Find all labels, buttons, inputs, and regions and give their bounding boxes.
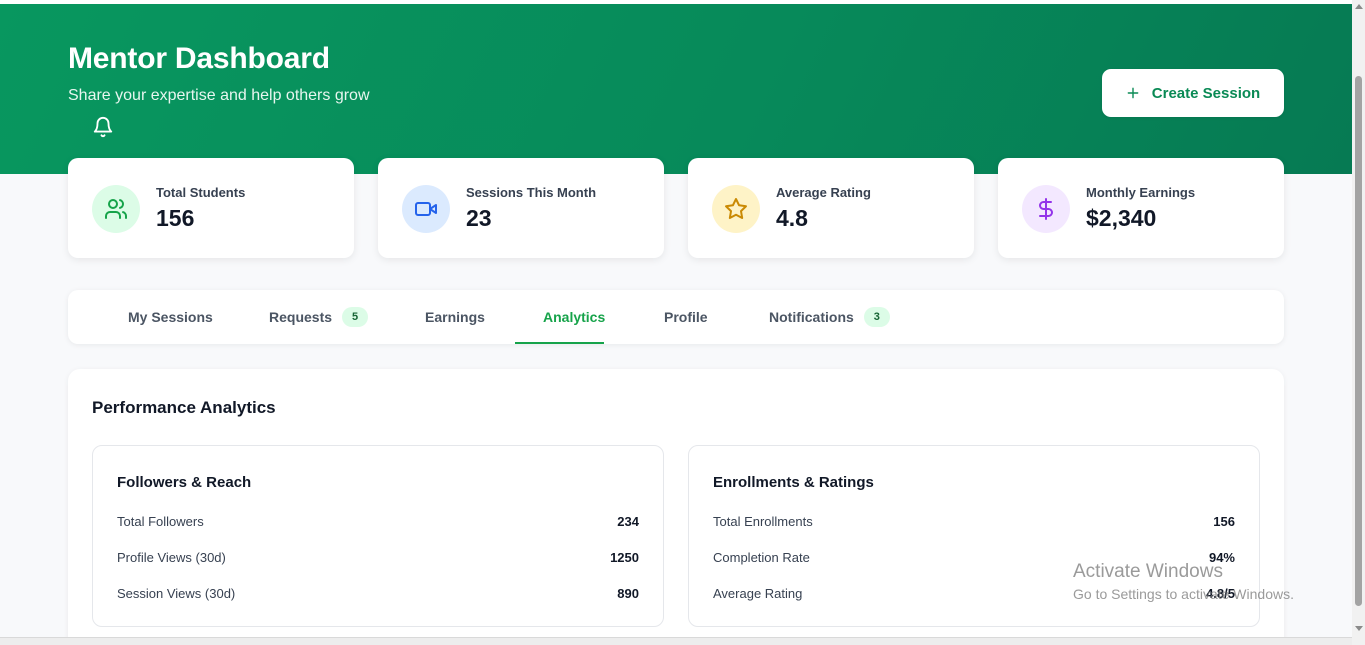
stat-value: 156 (156, 205, 195, 231)
scroll-down-arrow-icon[interactable] (1355, 626, 1363, 631)
metric-value: 890 (617, 585, 639, 601)
followers-reach-card: Followers & Reach Total Followers 234 Pr… (92, 445, 664, 627)
tab-my-sessions[interactable]: My Sessions (128, 290, 213, 344)
star-icon (712, 185, 760, 233)
card-title: Followers & Reach (117, 474, 252, 491)
metric-value: 1250 (610, 549, 639, 565)
active-tab-indicator (515, 342, 604, 344)
stat-card-monthly-earnings: Monthly Earnings $2,340 (998, 158, 1284, 258)
metric-row: Total Followers 234 (117, 511, 639, 531)
tab-label: Earnings (425, 309, 485, 325)
tab-label: Analytics (543, 309, 606, 325)
tab-requests[interactable]: Requests 5 (269, 290, 369, 344)
analytics-title: Performance Analytics (92, 398, 276, 417)
tab-earnings[interactable]: Earnings (425, 290, 485, 344)
metric-value: 94% (1208, 549, 1235, 565)
users-icon (92, 185, 140, 233)
tab-analytics[interactable]: Analytics (543, 290, 605, 344)
video-icon (402, 185, 450, 233)
stat-value: 23 (466, 205, 492, 231)
metric-value: 234 (617, 513, 639, 529)
metric-value: 4.8/5 (1206, 585, 1235, 601)
dashboard-header: Mentor Dashboard Share your expertise an… (0, 4, 1352, 174)
dollar-icon (1022, 185, 1070, 233)
tab-label: Notifications (769, 309, 854, 325)
metric-label: Completion Rate (713, 549, 810, 565)
metric-label: Total Followers (117, 513, 204, 529)
stat-card-sessions-this-month: Sessions This Month 23 (378, 158, 664, 258)
metric-label: Total Enrollments (713, 513, 813, 529)
tab-notifications[interactable]: Notifications 3 (769, 290, 890, 344)
metric-row: Completion Rate 94% (713, 547, 1235, 567)
analytics-panel: Performance Analytics Followers & Reach … (68, 369, 1284, 645)
vertical-scrollbar[interactable] (1352, 0, 1365, 645)
page-title: Mentor Dashboard (68, 42, 330, 75)
stat-label: Monthly Earnings (1086, 185, 1196, 200)
card-title: Enrollments & Ratings (713, 474, 874, 491)
stat-value: $2,340 (1086, 205, 1157, 231)
requests-count-badge: 5 (342, 307, 369, 327)
metric-row: Total Enrollments 156 (713, 511, 1235, 531)
stat-label: Total Students (156, 185, 246, 200)
page-subtitle: Share your expertise and help others gro… (68, 87, 370, 104)
scrollbar-thumb[interactable] (1355, 76, 1362, 606)
notifications-count-badge: 3 (863, 307, 890, 327)
stat-card-total-students: Total Students 156 (68, 158, 354, 258)
stat-label: Sessions This Month (466, 185, 597, 200)
metric-row: Average Rating 4.8/5 (713, 583, 1235, 603)
stat-card-average-rating: Average Rating 4.8 (688, 158, 974, 258)
tab-label: Requests (269, 309, 333, 325)
bell-icon[interactable] (92, 116, 114, 138)
metric-label: Profile Views (30d) (117, 549, 226, 565)
scroll-up-arrow-icon[interactable] (1355, 4, 1363, 9)
metric-row: Profile Views (30d) 1250 (117, 547, 639, 567)
stat-value: 4.8 (776, 205, 808, 231)
plus-icon (1127, 87, 1139, 99)
tab-bar: My Sessions Requests 5 Earnings Analytic… (68, 290, 1284, 344)
tab-profile[interactable]: Profile (664, 290, 708, 344)
metric-label: Average Rating (713, 585, 803, 601)
metric-label: Session Views (30d) (117, 585, 236, 601)
metric-value: 156 (1213, 513, 1235, 529)
enrollments-ratings-card: Enrollments & Ratings Total Enrollments … (688, 445, 1260, 627)
tab-label: My Sessions (128, 309, 213, 325)
tab-label: Profile (664, 309, 708, 325)
create-session-label: Create Session (1151, 84, 1261, 102)
create-session-button[interactable]: Create Session (1102, 69, 1284, 117)
taskbar-edge (0, 637, 1352, 645)
metric-row: Session Views (30d) 890 (117, 583, 639, 603)
stat-label: Average Rating (776, 185, 871, 200)
